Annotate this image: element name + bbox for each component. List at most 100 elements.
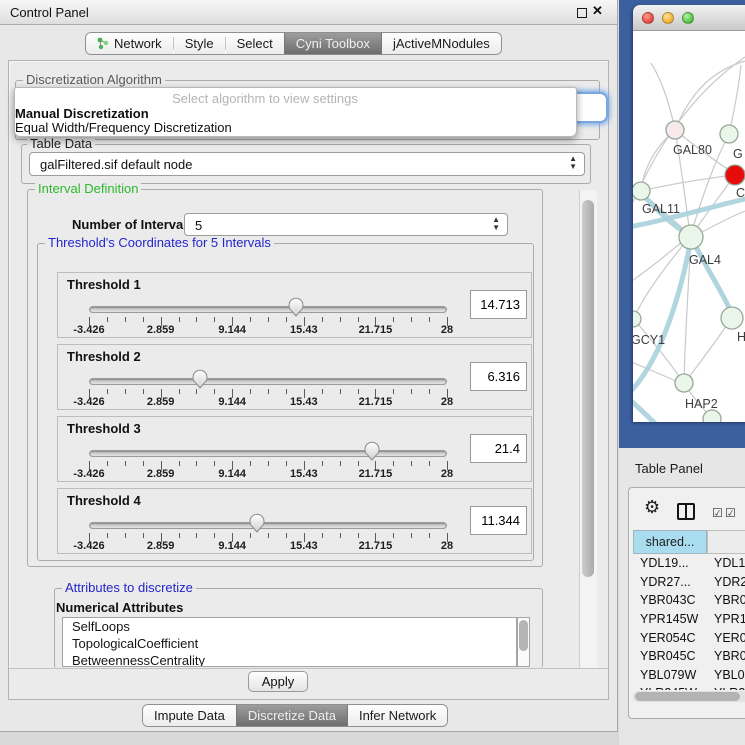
table-cell[interactable]: YER054C (633, 628, 707, 647)
close-icon[interactable]: ✕ (592, 3, 603, 19)
attributes-group-title: Attributes to discretize (62, 581, 196, 595)
dropdown-option-equal-width-frequency[interactable]: Equal Width/Frequency Discretization (15, 120, 576, 135)
table-cell[interactable]: YLR3 (707, 684, 745, 690)
network-node[interactable] (703, 410, 721, 422)
threshold-slider-handle[interactable] (192, 369, 208, 389)
network-node[interactable] (633, 182, 650, 200)
slider-scale-labels: -3.4262.8599.14415.4321.71528 (89, 396, 447, 408)
network-edge (641, 175, 733, 191)
threshold-slider-handle[interactable] (364, 441, 380, 461)
network-node[interactable] (675, 374, 693, 392)
tab-network[interactable]: Network (86, 33, 173, 54)
table-row[interactable]: YLR345WYLR3 (633, 684, 745, 690)
float-window-icon[interactable] (577, 8, 587, 18)
table-cell[interactable]: YPR1 (707, 610, 745, 629)
column-header-shared-name[interactable]: shared... (633, 530, 707, 554)
bottom-tab-bar: Impute DataDiscretize DataInfer Network (142, 704, 448, 727)
threshold-value-field[interactable]: 21.4 (470, 434, 527, 463)
network-edge-highlighted (633, 399, 679, 422)
table-cell[interactable]: YLR345W (633, 684, 707, 690)
table-cell[interactable]: YER0 (707, 628, 745, 647)
tab-label: Style (185, 36, 214, 51)
network-node-label: GAL4 (689, 253, 721, 267)
network-edge (633, 238, 687, 283)
table-cell[interactable]: YBR045C (633, 647, 707, 666)
attribute-list-item[interactable]: BetweennessCentrality (63, 652, 516, 667)
apply-button[interactable]: Apply (248, 671, 308, 692)
table-panel-container: ⚙ ☑ ☑ shared...nYDL19...YDL1YDR27...YDR2… (628, 487, 745, 719)
table-panel-title: Table Panel (635, 461, 703, 476)
network-node[interactable] (666, 121, 684, 139)
threshold-slider-handle[interactable] (288, 297, 304, 317)
table-cell[interactable]: YDR2 (707, 573, 745, 592)
threshold-slider-track[interactable] (89, 450, 447, 457)
tab-infer-network[interactable]: Infer Network (348, 705, 447, 726)
threshold-panel-4: Threshold 4 -3.4262.8599.14415.4321.71528… (57, 488, 532, 554)
mac-minimize-icon[interactable] (662, 12, 674, 24)
table-cell[interactable]: YBL0 (707, 666, 745, 685)
tab-discretize-data[interactable]: Discretize Data (236, 705, 348, 726)
control-panel-titlebar: Control Panel ✕ (0, 0, 617, 25)
network-node[interactable] (633, 311, 641, 327)
network-node[interactable] (725, 165, 745, 185)
network-canvas[interactable]: GAL80GCGAL11GAL4GCY1HHAP2 (633, 31, 745, 422)
algorithm-dropdown-popup: Select algorithm to view settings Manual… (14, 87, 577, 137)
threshold-label: Threshold 4 (67, 493, 141, 508)
dropdown-option-manual-discretization[interactable]: Manual Discretization (15, 106, 576, 121)
table-row[interactable]: YBL079WYBL0 (633, 666, 745, 685)
table-cell[interactable]: YDL19... (633, 554, 707, 573)
threshold-slider-track[interactable] (89, 378, 447, 385)
attribute-list-item[interactable]: SelfLoops (63, 618, 516, 635)
select-all-icon[interactable]: ☑ (725, 506, 736, 520)
slider-scale-labels: -3.4262.8599.14415.4321.71528 (89, 540, 447, 552)
split-view-icon[interactable] (677, 503, 695, 520)
threshold-value-field[interactable]: 14.713 (470, 290, 527, 319)
network-node[interactable] (720, 125, 738, 143)
gear-icon[interactable]: ⚙ (644, 497, 660, 518)
discretization-algorithm-title: Discretization Algorithm (23, 73, 165, 87)
threshold-slider-handle[interactable] (249, 513, 265, 533)
table-panel-dock: Table Panel ⚙ ☑ ☑ shared...nYDL19...YDL1… (619, 448, 745, 745)
table-cell[interactable]: YDL1 (707, 554, 745, 573)
attribute-list-item[interactable]: TopologicalCoefficient (63, 635, 516, 652)
table-cell[interactable]: YBR0 (707, 647, 745, 666)
tab-jactivemnodules[interactable]: jActiveMNodules (382, 33, 501, 54)
table-cell[interactable]: YBL079W (633, 666, 707, 685)
table-cell[interactable]: YPR145W (633, 610, 707, 629)
tab-cyni-toolbox[interactable]: Cyni Toolbox (284, 33, 382, 54)
threshold-slider-track[interactable] (89, 522, 447, 529)
table-data-title: Table Data (27, 137, 95, 151)
table-cell[interactable]: YBR043C (633, 591, 707, 610)
threshold-slider-track[interactable] (89, 306, 447, 313)
panel-scrollbar-thumb[interactable] (582, 200, 594, 577)
threshold-value-field[interactable]: 6.316 (470, 362, 527, 391)
apply-strip (9, 668, 608, 699)
table-row[interactable]: YDR27...YDR2 (633, 573, 745, 592)
number-of-intervals-combobox[interactable]: 5 ▲▼ (184, 213, 508, 236)
network-node[interactable] (721, 307, 743, 329)
threshold-value-field[interactable]: 11.344 (470, 506, 527, 535)
threshold-panel-2: Threshold 2-3.4262.8599.14415.4321.71528… (57, 344, 532, 410)
table-data-combobox[interactable]: galFiltered.sif default node ▲▼ (29, 152, 585, 176)
tab-select[interactable]: Select (226, 33, 284, 54)
mac-close-icon[interactable] (642, 12, 654, 24)
column-header-name[interactable]: n (707, 530, 745, 554)
mac-zoom-icon[interactable] (682, 12, 694, 24)
network-node[interactable] (679, 225, 703, 249)
tab-impute-data[interactable]: Impute Data (143, 705, 236, 726)
table-cell[interactable]: YBR0 (707, 591, 745, 610)
select-columns-icon[interactable]: ☑ (712, 506, 723, 520)
table-row[interactable]: YBR043CYBR0 (633, 591, 745, 610)
threshold-label: Threshold 1 (67, 277, 141, 292)
table-row[interactable]: YDL19...YDL1 (633, 554, 745, 573)
table-row[interactable]: YPR145WYPR1 (633, 610, 745, 629)
table-row[interactable]: YBR045CYBR0 (633, 647, 745, 666)
table-row[interactable]: YER054CYER0 (633, 628, 745, 647)
network-edge-highlighted (633, 239, 691, 393)
attributes-list-scrollbar-thumb[interactable] (519, 620, 528, 651)
tab-style[interactable]: Style (174, 33, 225, 54)
table-hscrollbar-thumb[interactable] (635, 692, 740, 701)
network-tab-icon (97, 37, 109, 50)
network-edge (675, 61, 745, 130)
table-cell[interactable]: YDR27... (633, 573, 707, 592)
